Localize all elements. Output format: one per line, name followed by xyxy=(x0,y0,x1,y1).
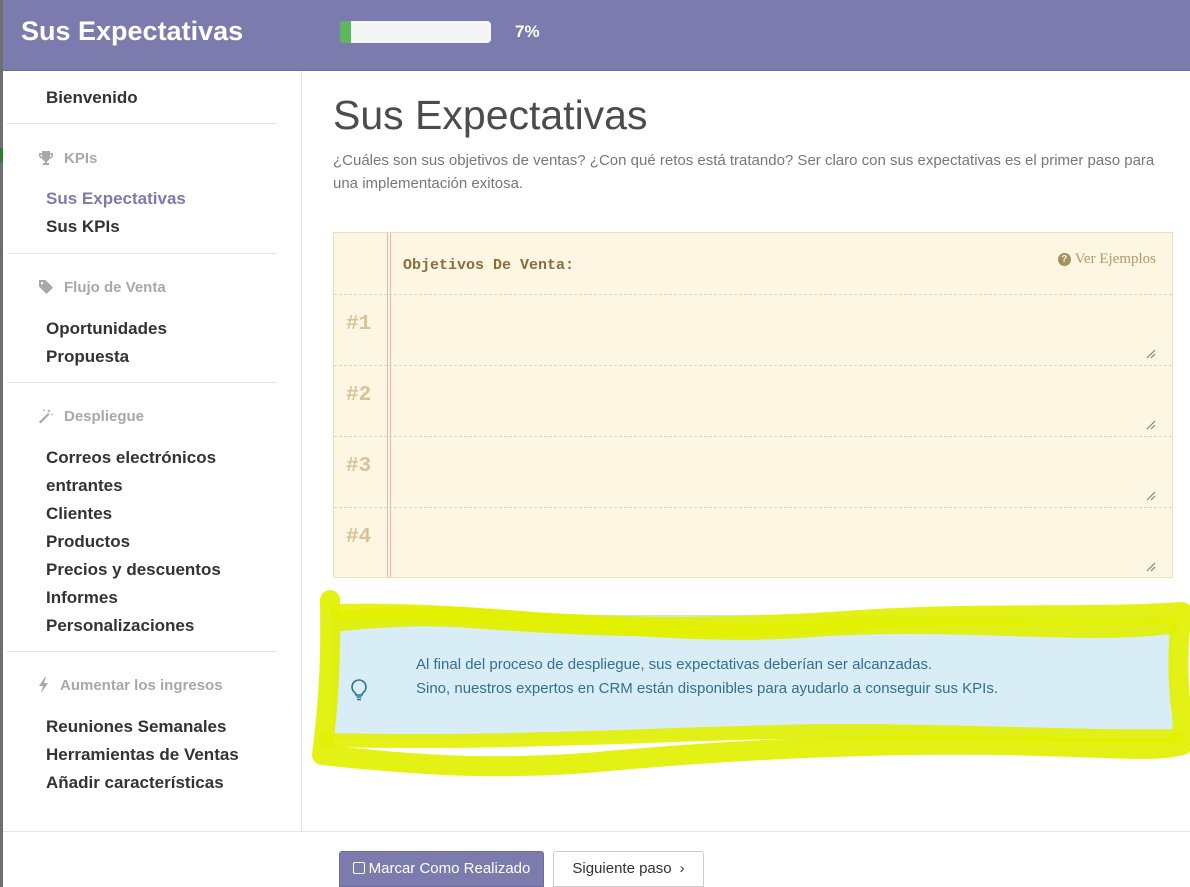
sidebar-item-correos[interactable]: Correos electrónicos xyxy=(46,448,216,468)
objective-row: #3 xyxy=(334,436,1172,507)
objective-row: #1 xyxy=(334,294,1172,365)
objective-number: #1 xyxy=(346,313,372,336)
trophy-icon xyxy=(39,151,53,165)
sidebar-divider xyxy=(7,253,277,254)
top-bar: Sus Expectativas 7% xyxy=(3,0,1190,71)
resize-handle-icon[interactable] xyxy=(1146,491,1156,501)
sidebar-item-herramientas[interactable]: Herramientas de Ventas xyxy=(46,745,239,765)
sidebar-item-reuniones[interactable]: Reuniones Semanales xyxy=(46,717,226,737)
objective-number: #3 xyxy=(346,455,372,478)
hint-text: Al final del proceso de despliegue, sus … xyxy=(416,653,998,701)
sidebar-item-sus-kpis[interactable]: Sus KPIs xyxy=(46,217,120,237)
sidebar-item-propuesta[interactable]: Propuesta xyxy=(46,347,129,367)
app-title: Sus Expectativas xyxy=(21,16,244,46)
sidebar-item-personalizaciones[interactable]: Personalizaciones xyxy=(46,616,194,636)
sidebar-divider xyxy=(7,382,277,383)
objective-number: #2 xyxy=(346,384,372,407)
sales-objectives-notebook: Objetivos De Venta: ? Ver Ejemplos #1 #2 … xyxy=(333,232,1173,578)
sidebar-divider xyxy=(7,123,277,124)
see-examples-label: Ver Ejemplos xyxy=(1074,251,1156,267)
hint-line-2: Sino, nuestros expertos en CRM están dis… xyxy=(416,680,998,697)
sidebar-divider xyxy=(7,651,277,652)
next-step-button[interactable]: Siguiente paso › xyxy=(553,851,704,887)
sidebar-item-oportunidades[interactable]: Oportunidades xyxy=(46,319,167,339)
question-icon: ? xyxy=(1057,253,1071,266)
progress-bar xyxy=(340,21,491,43)
chevron-right-icon: › xyxy=(679,860,685,877)
mark-as-done-button[interactable]: Marcar Como Realizado xyxy=(339,851,544,887)
lightbulb-icon xyxy=(351,679,367,701)
page-title: Sus Expectativas xyxy=(333,92,648,138)
sidebar-heading-kpis: KPIs xyxy=(38,150,97,167)
objective-input-3[interactable] xyxy=(394,437,1160,503)
resize-handle-icon[interactable] xyxy=(1146,562,1156,572)
see-examples-link[interactable]: ? Ver Ejemplos xyxy=(1057,251,1156,268)
resize-handle-icon[interactable] xyxy=(1146,420,1156,430)
sidebar-item-bienvenido[interactable]: Bienvenido xyxy=(46,88,138,108)
objective-row: #2 xyxy=(334,365,1172,436)
progress-fill xyxy=(340,21,351,43)
progress-text: 7% xyxy=(515,22,540,41)
tag-icon xyxy=(39,280,53,294)
sidebar-item-informes[interactable]: Informes xyxy=(46,588,118,608)
objective-input-1[interactable] xyxy=(394,295,1160,361)
sidebar-item-precios[interactable]: Precios y descuentos xyxy=(46,560,221,580)
resize-handle-icon[interactable] xyxy=(1146,349,1156,359)
objective-number: #4 xyxy=(346,526,372,549)
sidebar-heading-label: Aumentar los ingresos xyxy=(60,677,223,694)
sidebar-item-clientes[interactable]: Clientes xyxy=(46,504,112,524)
page-subtitle: ¿Cuáles son sus objetivos de ventas? ¿Co… xyxy=(333,152,1155,192)
sidebar-heading-label: Despliegue xyxy=(64,408,145,425)
sidebar-heading-flujo: Flujo de Venta xyxy=(38,279,166,296)
sidebar-item-sus-expectativas[interactable]: Sus Expectativas xyxy=(46,189,186,209)
objective-input-4[interactable] xyxy=(394,508,1160,574)
bolt-icon xyxy=(39,677,48,693)
sidebar-heading-label: KPIs xyxy=(64,150,98,167)
hint-line-1: Al final del proceso de despliegue, sus … xyxy=(416,656,933,673)
sidebar-item-productos[interactable]: Productos xyxy=(46,532,130,552)
objective-input-2[interactable] xyxy=(394,366,1160,432)
sidebar-heading-aumentar: Aumentar los ingresos xyxy=(38,677,223,694)
sidebar-heading-despliegue: Despliegue xyxy=(38,408,144,425)
next-step-label: Siguiente paso xyxy=(572,860,672,877)
sidebar-item-correos-cont[interactable]: entrantes xyxy=(46,476,123,496)
hint-box: Al final del proceso de despliegue, sus … xyxy=(333,615,1173,739)
notebook-header: Objetivos De Venta: xyxy=(403,257,575,274)
objective-row: #4 xyxy=(334,507,1172,578)
checkbox-icon xyxy=(352,862,365,874)
sidebar-item-anadir[interactable]: Añadir características xyxy=(46,773,224,793)
footer-divider xyxy=(3,831,1190,832)
sidebar-heading-label: Flujo de Venta xyxy=(64,279,166,296)
magic-wand-icon xyxy=(39,409,54,424)
sidebar: Bienvenido KPIs Sus Expectativas Sus KPI… xyxy=(3,71,302,831)
mark-as-done-label: Marcar Como Realizado xyxy=(368,860,531,877)
